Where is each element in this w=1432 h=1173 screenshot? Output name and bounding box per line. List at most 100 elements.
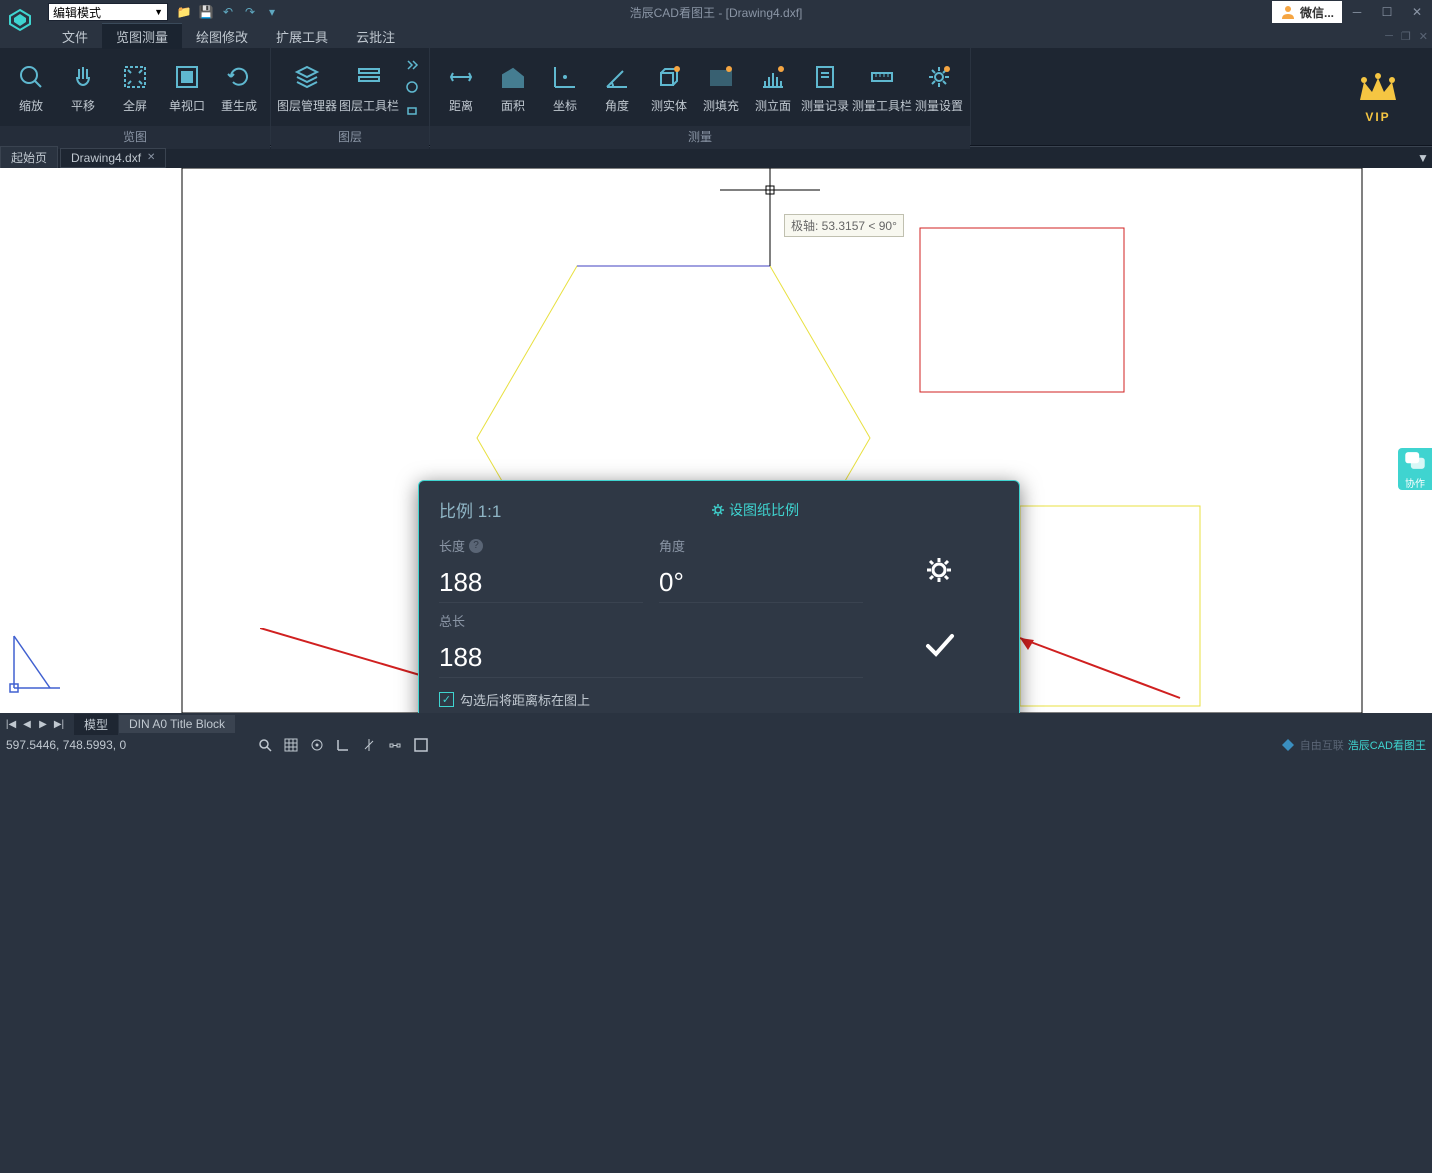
settings-icon — [923, 61, 955, 93]
gear-icon — [711, 503, 725, 517]
qat-save-icon[interactable]: 💾 — [198, 4, 214, 20]
chat-icon — [1398, 448, 1432, 473]
fill-button[interactable]: 测填充 — [696, 52, 746, 122]
angle-button[interactable]: 角度 — [592, 52, 642, 122]
pan-icon — [67, 61, 99, 93]
menu-file[interactable]: 文件 — [48, 24, 102, 49]
angle-label: 角度 — [659, 536, 863, 555]
mdi-close-icon[interactable]: ✕ — [1419, 30, 1428, 43]
menu-cloud-annot[interactable]: 云批注 — [342, 24, 409, 49]
measure-ratio: 比例 1:1 — [439, 497, 501, 522]
vip-label: VIP — [1365, 110, 1390, 124]
distance-button[interactable]: 距离 — [436, 52, 486, 122]
area-icon — [497, 61, 529, 93]
solid-icon — [653, 61, 685, 93]
angle-icon — [601, 61, 633, 93]
menu-draw-edit[interactable]: 绘图修改 — [182, 24, 262, 49]
layout-tab-titleblock[interactable]: DIN A0 Title Block — [119, 715, 235, 733]
status-osnap-icon[interactable] — [386, 736, 404, 754]
layout-first-icon[interactable]: |◀ — [4, 719, 18, 730]
layer-lock-icon[interactable] — [403, 100, 421, 118]
zoom-button[interactable]: 缩放 — [6, 52, 56, 122]
tab-close-icon[interactable]: ✕ — [147, 152, 155, 163]
fill-icon — [705, 61, 737, 93]
fullscreen-button[interactable]: 全屏 — [110, 52, 160, 122]
qat-more-icon[interactable]: ▾ — [264, 4, 280, 20]
layer-on-icon[interactable] — [403, 56, 421, 74]
solid-button[interactable]: 测实体 — [644, 52, 694, 122]
viewport-icon — [171, 61, 203, 93]
coord-button[interactable]: 坐标 — [540, 52, 590, 122]
help-icon[interactable]: ? — [469, 539, 483, 553]
coord-icon — [549, 61, 581, 93]
length-value: 188 — [439, 563, 643, 603]
label-on-drawing-checkbox[interactable]: ✓ — [439, 692, 454, 707]
qat-redo-icon[interactable]: ↷ — [242, 4, 258, 20]
status-polar-icon[interactable] — [360, 736, 378, 754]
zoom-icon — [15, 61, 47, 93]
status-lineweight-icon[interactable] — [412, 736, 430, 754]
account-label: 微信... — [1300, 4, 1334, 21]
status-snap-icon[interactable] — [308, 736, 326, 754]
status-ortho-icon[interactable] — [334, 736, 352, 754]
measure-settings-button[interactable]: 测量设置 — [914, 52, 964, 122]
title-bar: 编辑模式 ▼ 📁 💾 ↶ ↷ ▾ 浩辰CAD看图王 - [Drawing4.dx… — [0, 0, 1432, 24]
ribbon-group-measure: 距离 面积 坐标 角度 测实体 测填充 测立面 测量记录 测量工具栏 测量设置 … — [430, 48, 971, 145]
layer-freeze-icon[interactable] — [403, 78, 421, 96]
menu-view-measure[interactable]: 览图测量 — [102, 23, 182, 49]
record-button[interactable]: 测量记录 — [800, 52, 850, 122]
close-button[interactable]: ✕ — [1402, 1, 1432, 23]
angle-value: 0° — [659, 563, 863, 603]
mdi-restore-icon[interactable]: ❐ — [1401, 30, 1411, 43]
vip-badge[interactable]: VIP — [1324, 48, 1432, 145]
layout-next-icon[interactable]: ▶ — [36, 719, 50, 730]
status-bar: 597.5446, 748.5993, 0 自由互联 浩辰CAD看图王 — [0, 735, 1432, 755]
set-ratio-link[interactable]: 设图纸比例 — [711, 500, 799, 520]
menu-ext-tools[interactable]: 扩展工具 — [262, 24, 342, 49]
doc-tabs-dropdown[interactable]: ▼ — [1414, 151, 1432, 165]
status-grid-icon[interactable] — [282, 736, 300, 754]
crown-icon — [1354, 70, 1402, 110]
app-logo[interactable] — [0, 0, 40, 40]
layout-prev-icon[interactable]: ◀ — [20, 719, 34, 730]
checkbox-label: 勾选后将距离标在图上 — [460, 690, 590, 709]
doc-tab-current[interactable]: Drawing4.dxf✕ — [60, 148, 166, 168]
qat-undo-icon[interactable]: ↶ — [220, 4, 236, 20]
confirm-button[interactable] — [920, 626, 958, 664]
account-badge[interactable]: 微信... — [1272, 1, 1342, 23]
single-viewport-button[interactable]: 单视口 — [162, 52, 212, 122]
measure-toolbar-icon — [866, 61, 898, 93]
status-coords: 597.5446, 748.5993, 0 — [6, 738, 246, 752]
layer-manager-icon — [291, 61, 323, 93]
section-button[interactable]: 测立面 — [748, 52, 798, 122]
status-zoom-icon[interactable] — [256, 736, 274, 754]
doc-tab-start[interactable]: 起始页 — [0, 146, 58, 169]
cursor-tooltip: 极轴: 53.3157 < 90° — [784, 214, 904, 237]
group-measure-label: 测量 — [430, 126, 970, 149]
layer-manager-button[interactable]: 图层管理器 — [277, 52, 337, 122]
mode-select-label: 编辑模式 — [53, 4, 101, 21]
layer-toolbar-button[interactable]: 图层工具栏 — [339, 52, 399, 122]
minimize-button[interactable]: ─ — [1342, 1, 1372, 23]
layout-tab-model[interactable]: 模型 — [74, 714, 118, 735]
brand-icon — [1280, 737, 1296, 753]
area-button[interactable]: 面积 — [488, 52, 538, 122]
qat-open-icon[interactable]: 📁 — [176, 4, 192, 20]
layout-last-icon[interactable]: ▶| — [52, 719, 66, 730]
measure-toolbar-button[interactable]: 测量工具栏 — [852, 52, 912, 122]
regen-button[interactable]: 重生成 — [214, 52, 264, 122]
dropdown-arrow-icon: ▼ — [154, 7, 163, 17]
pan-button[interactable]: 平移 — [58, 52, 108, 122]
mode-select[interactable]: 编辑模式 ▼ — [48, 3, 168, 21]
collab-button[interactable]: 协作 — [1398, 448, 1432, 490]
fullscreen-icon — [119, 61, 151, 93]
layout-tabs: |◀ ◀ ▶ ▶| 模型 DIN A0 Title Block — [0, 713, 1432, 735]
mdi-minimize-icon[interactable]: ─ — [1385, 30, 1393, 43]
popup-settings-button[interactable] — [920, 551, 958, 589]
layer-toolbar-icon — [353, 61, 385, 93]
measure-popup: 比例 1:1 设图纸比例 长度? 角度 188 0° 总长 188 ✓ 勾选后将… — [418, 480, 1020, 726]
section-icon — [757, 61, 789, 93]
maximize-button[interactable]: ☐ — [1372, 1, 1402, 23]
brand-footer: 自由互联 浩辰CAD看图王 — [1280, 737, 1426, 753]
group-layer-label: 图层 — [271, 126, 429, 149]
